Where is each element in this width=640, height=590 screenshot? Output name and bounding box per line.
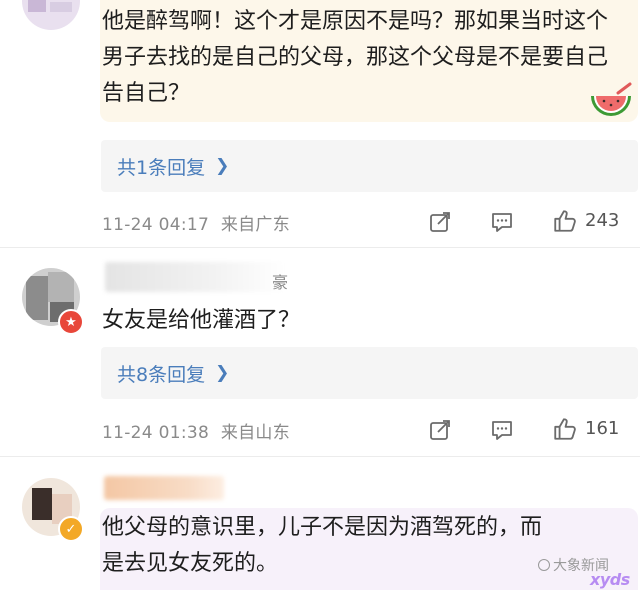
reply-count-label: 共1条回复 [117, 156, 206, 179]
view-replies-button[interactable]: 共1条回复 ❯ [101, 140, 638, 192]
comment-icon[interactable] [490, 418, 514, 442]
chevron-right-icon: ❯ [215, 156, 230, 176]
reply-count-label: 共8条回复 [117, 363, 206, 386]
comment-2-text: 女友是给他灌酒了？ [102, 308, 301, 333]
verified-badge-icon: ✓ [58, 516, 84, 542]
comment-meta: 11-24 01:38 来自山东 [102, 418, 290, 443]
comment-1-text: 他是醉驾啊！这个才是原因不是吗？那如果当时这个男子去找的是自己的父母，那这个父母… [102, 9, 609, 106]
timestamp: 11-24 01:38 [102, 423, 210, 443]
share-icon[interactable] [428, 418, 452, 442]
watermelon-sticker-icon [591, 82, 632, 116]
username-tail: 豪 [272, 273, 289, 292]
divider [0, 456, 640, 457]
share-icon[interactable] [428, 210, 452, 234]
comment-icon[interactable] [490, 210, 514, 234]
location: 来自广东 [220, 215, 291, 235]
circle-icon [538, 559, 550, 571]
like-icon[interactable] [552, 208, 578, 234]
timestamp: 11-24 04:17 [102, 215, 210, 235]
chevron-right-icon: ❯ [215, 363, 230, 383]
avatar[interactable] [22, 0, 80, 30]
comment-3-text: 他父母的意识里，儿子不是因为酒驾死的，而是去见女友死的。 [102, 515, 543, 576]
username-blurred[interactable] [105, 262, 285, 292]
username-blurred[interactable] [104, 476, 224, 500]
view-replies-button[interactable]: 共8条回复 ❯ [101, 347, 638, 399]
divider [0, 247, 640, 248]
like-count: 243 [585, 210, 620, 231]
like-icon[interactable] [552, 416, 578, 442]
verified-badge-icon: ★ [58, 309, 84, 335]
location: 来自山东 [220, 423, 291, 443]
comment-meta: 11-24 04:17 来自广东 [102, 210, 290, 235]
watermark-tag: xyds [590, 570, 630, 589]
like-count: 161 [585, 418, 620, 439]
